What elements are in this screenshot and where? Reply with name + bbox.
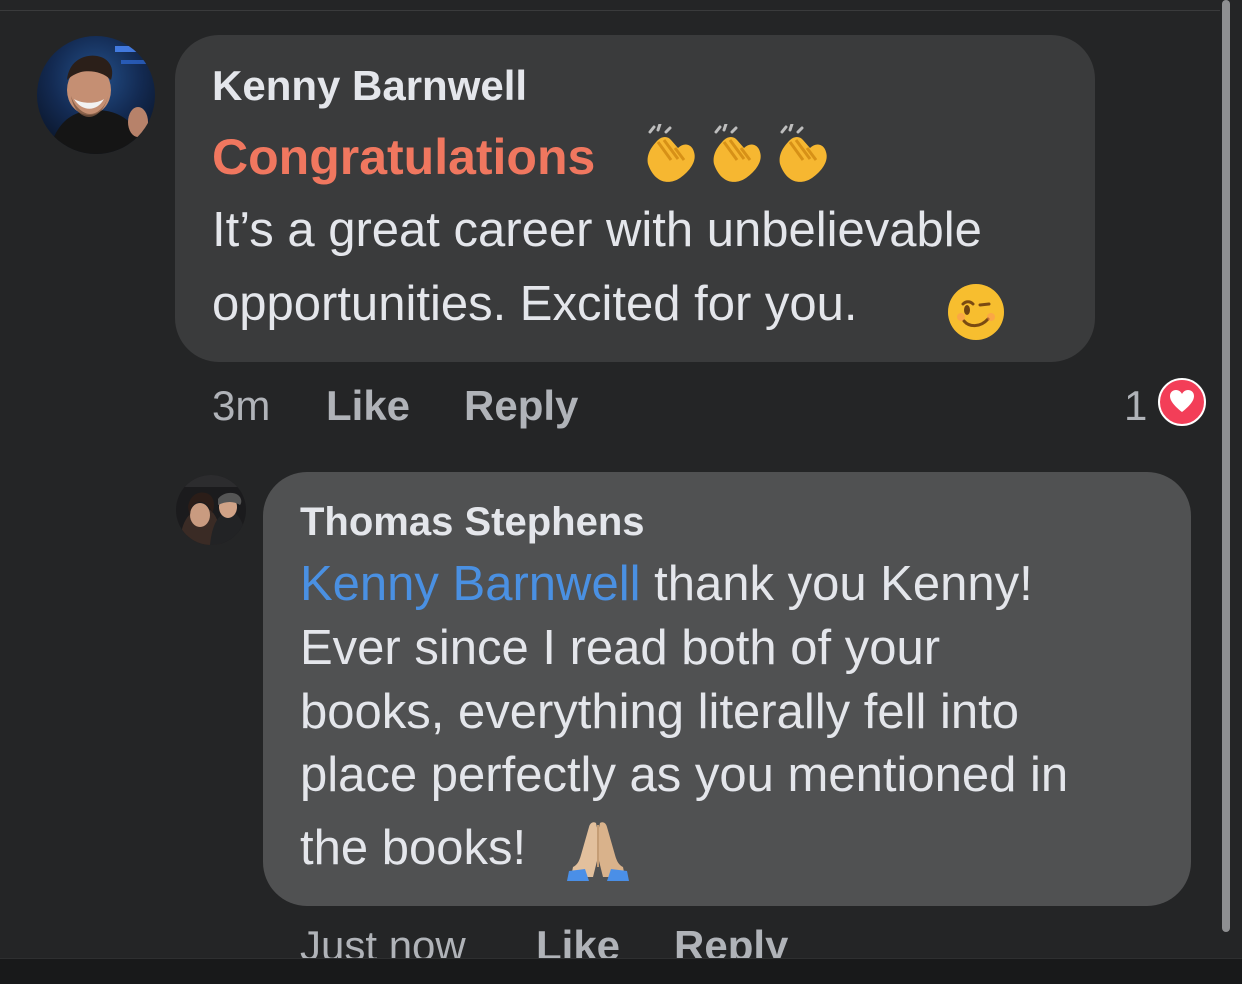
- reply-button[interactable]: Reply: [464, 382, 578, 430]
- mention-link[interactable]: Kenny Barnwell: [300, 557, 640, 611]
- bottom-bar: [0, 958, 1242, 984]
- clapping-hands-icon: [706, 122, 768, 191]
- comment-author-kenny[interactable]: Kenny Barnwell: [212, 62, 527, 110]
- folded-hands-icon: [565, 817, 631, 886]
- heart-icon[interactable]: [1158, 378, 1206, 426]
- reply-text-line: books, everything literally fell into: [300, 685, 1020, 739]
- top-divider: [0, 10, 1220, 11]
- comment-text-line: opportunities. Excited for you.: [212, 277, 858, 331]
- reply-text-line: Ever since I read both of your: [300, 621, 941, 675]
- like-button[interactable]: Like: [326, 382, 410, 430]
- reply-text-line: place perfectly as you mentioned in: [300, 748, 1069, 802]
- comment-author-thomas[interactable]: Thomas Stephens: [300, 500, 645, 545]
- comment-thread: Kenny Barnwell Congratulations It’s a gr…: [0, 0, 1242, 984]
- congratulations-text: Congratulations: [212, 129, 596, 185]
- avatar-thomas-stephens[interactable]: [176, 475, 246, 545]
- scrollbar[interactable]: [1222, 0, 1230, 932]
- reaction-count[interactable]: 1: [1124, 382, 1147, 430]
- winking-face-icon: [946, 282, 1006, 347]
- reply-first-line-text: thank you Kenny!: [640, 557, 1033, 611]
- reply-text-line: the books!: [300, 821, 527, 875]
- avatar-kenny-barnwell[interactable]: [37, 36, 155, 154]
- comment-timestamp: 3m: [212, 382, 271, 429]
- reply-first-line: Kenny Barnwell thank you Kenny!: [300, 556, 1033, 612]
- clapping-hands-icon: [772, 122, 834, 191]
- clapping-hands-emoji-row: [640, 122, 834, 191]
- comment-text-line: It’s a great career with unbelievable: [212, 203, 982, 257]
- clapping-hands-icon: [640, 122, 702, 191]
